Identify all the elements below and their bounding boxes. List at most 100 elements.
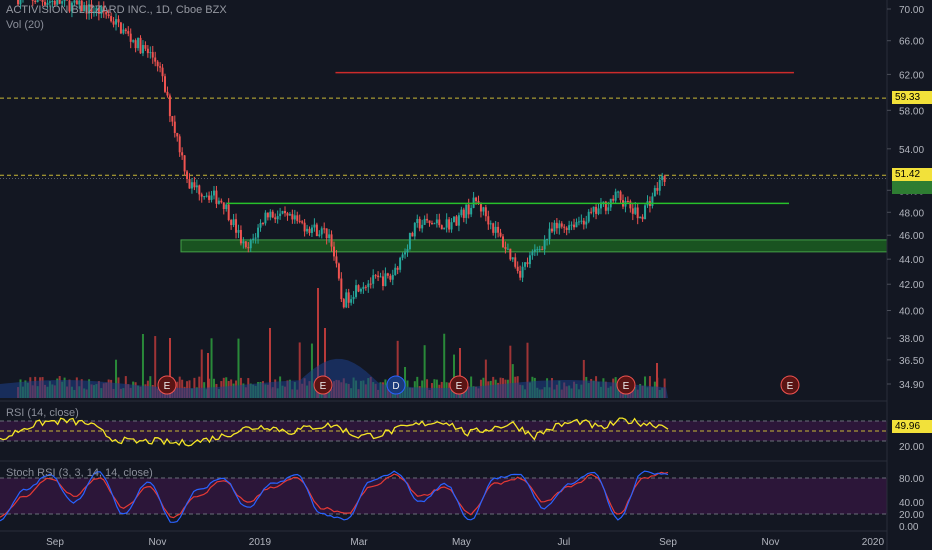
candle-body bbox=[612, 198, 615, 201]
candle-body bbox=[220, 200, 223, 203]
price-axis: 70.0066.0062.0058.0054.0050.0048.0046.00… bbox=[886, 0, 924, 550]
candle-body bbox=[298, 220, 301, 222]
rsi-pane: 60.0020.00 bbox=[0, 417, 924, 453]
candle-body bbox=[404, 252, 407, 255]
candle-body bbox=[215, 190, 218, 204]
price-tag-upper: 59.33 bbox=[892, 91, 932, 104]
time-tick-label: Nov bbox=[762, 537, 780, 548]
candle-body bbox=[448, 219, 451, 230]
candle-body bbox=[134, 40, 137, 49]
candle-body bbox=[127, 31, 130, 34]
candle-body bbox=[176, 132, 179, 137]
candle-body bbox=[230, 220, 233, 226]
candle-body bbox=[575, 222, 578, 228]
candle-body bbox=[222, 202, 225, 210]
candle-body bbox=[592, 206, 595, 212]
marker-label: E bbox=[164, 381, 171, 392]
candle-body bbox=[239, 229, 242, 244]
candle-body bbox=[443, 227, 446, 230]
time-tick-label: 2020 bbox=[862, 537, 885, 548]
candle-body bbox=[418, 218, 421, 229]
candle-body bbox=[119, 22, 122, 34]
candle-body bbox=[453, 216, 456, 223]
candle-body bbox=[286, 213, 289, 216]
candle-body bbox=[497, 226, 500, 233]
candle-body bbox=[41, 0, 44, 2]
candle-body bbox=[279, 213, 282, 217]
candle-body bbox=[232, 219, 235, 226]
candle-body bbox=[411, 232, 414, 237]
candle-body bbox=[636, 207, 639, 219]
price-tick-label: 58.00 bbox=[899, 106, 924, 117]
candle-body bbox=[190, 182, 193, 189]
stoch-rsi-legend[interactable]: Stoch RSI (3, 3, 14, 14, close) bbox=[6, 467, 153, 479]
candle-body bbox=[521, 266, 524, 278]
candle-body bbox=[389, 275, 392, 280]
time-tick-label: Sep bbox=[659, 537, 677, 548]
volume-legend[interactable]: Vol (20) bbox=[6, 19, 44, 31]
candle-body bbox=[237, 229, 240, 233]
rsi-value-tag: 49.96 bbox=[892, 420, 932, 433]
candle-body bbox=[440, 225, 443, 230]
candle-body bbox=[531, 251, 534, 256]
candle-body bbox=[391, 274, 394, 280]
candle-body bbox=[428, 220, 431, 224]
candle-body bbox=[276, 216, 279, 220]
symbol-title[interactable]: ACTIVISION BLIZZARD INC., 1D, Cboe BZX bbox=[6, 4, 227, 16]
candle-body bbox=[181, 152, 184, 156]
price-tag-current: 51.42 bbox=[892, 168, 932, 181]
candle-body bbox=[519, 270, 522, 278]
candle-body bbox=[563, 226, 566, 228]
candle-body bbox=[359, 288, 362, 292]
time-tick-label: 2019 bbox=[249, 537, 272, 548]
candle-body bbox=[386, 273, 389, 276]
rsi-tick-label: 20.00 bbox=[899, 442, 924, 453]
candle-body bbox=[132, 40, 135, 42]
candle-body bbox=[430, 223, 433, 225]
candle-body bbox=[325, 228, 328, 239]
candle-body bbox=[558, 223, 561, 229]
candle-body bbox=[487, 216, 490, 225]
candle-body bbox=[208, 195, 211, 200]
candle-body bbox=[619, 191, 622, 201]
candle-body bbox=[115, 19, 118, 25]
candle-body bbox=[597, 208, 600, 214]
candle-body bbox=[460, 209, 463, 216]
candle-body bbox=[477, 201, 480, 203]
candle-body bbox=[470, 207, 473, 215]
candle-body bbox=[193, 182, 196, 188]
candle-body bbox=[227, 204, 230, 221]
candle-body bbox=[110, 16, 113, 22]
price-tick-label: 42.00 bbox=[899, 280, 924, 291]
candle-body bbox=[266, 212, 269, 218]
candle-body bbox=[582, 220, 585, 225]
candle-body bbox=[301, 221, 304, 223]
candle-body bbox=[244, 241, 247, 248]
candle-body bbox=[51, 1, 54, 3]
candle-body bbox=[164, 76, 167, 92]
candle-body bbox=[494, 226, 497, 233]
candle-body bbox=[352, 296, 355, 300]
stoch-rsi-pane: 80.00 40.0020.000.00 bbox=[0, 470, 924, 533]
candle-body bbox=[568, 225, 571, 231]
candle-body bbox=[293, 215, 296, 220]
candle-body bbox=[129, 33, 132, 42]
candle-body bbox=[541, 249, 544, 251]
candle-body bbox=[614, 191, 617, 201]
candle-body bbox=[457, 215, 460, 226]
candle-body bbox=[156, 61, 159, 67]
candle-body bbox=[288, 214, 291, 216]
candle-body bbox=[144, 45, 147, 49]
candle-body bbox=[384, 273, 387, 287]
candle-body bbox=[467, 204, 470, 215]
price-tick-label: 66.00 bbox=[899, 37, 924, 48]
stoch-tick-label: 0.00 bbox=[899, 522, 919, 533]
candle-body bbox=[408, 232, 411, 250]
candlestick-series bbox=[17, 0, 666, 309]
candle-body bbox=[178, 136, 181, 153]
candle-body bbox=[528, 255, 531, 265]
rsi-legend[interactable]: RSI (14, close) bbox=[6, 407, 79, 419]
marker-label: E bbox=[456, 381, 463, 392]
candle-body bbox=[117, 19, 120, 23]
candle-body bbox=[438, 219, 441, 226]
